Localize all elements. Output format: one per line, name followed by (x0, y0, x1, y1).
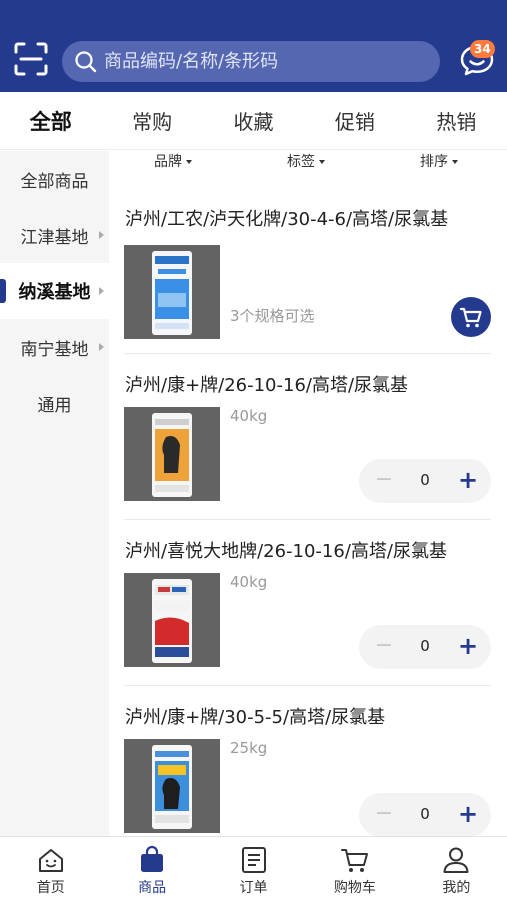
sidebar-item-label: 通用 (37, 395, 72, 416)
decrement-button[interactable]: − (373, 635, 395, 659)
product-image[interactable] (124, 245, 220, 339)
divider (124, 685, 491, 686)
divider (124, 519, 491, 520)
product-name: 泸州/康+牌/30-5-5/高塔/尿氯基 (125, 707, 386, 728)
product-image[interactable] (124, 573, 220, 667)
app-header: 34 (0, 0, 507, 92)
sidebar-item-nanning[interactable]: 南宁基地 (0, 319, 109, 375)
nav-label: 商品 (138, 880, 167, 896)
product-name: 泸州/康+牌/26-10-16/高塔/尿氯基 (125, 375, 409, 396)
product-card[interactable]: 泸州/喜悦大地牌/26-10-16/高塔/尿氯基 40kg − 0 + (109, 537, 507, 703)
decrement-button[interactable]: − (373, 469, 395, 493)
nav-cart[interactable]: 购物车 (304, 837, 405, 900)
sort-filter[interactable]: 排序 (420, 151, 458, 171)
bag-icon (141, 845, 164, 872)
product-card[interactable]: 泸州/康+牌/26-10-16/高塔/尿氯基 40kg − 0 + (109, 371, 507, 537)
tab-all[interactable]: 全部 (0, 92, 101, 149)
product-spec: 25kg (230, 739, 268, 757)
product-spec: 40kg (230, 573, 268, 591)
increment-button[interactable]: + (457, 468, 479, 492)
search-input[interactable] (104, 41, 424, 82)
message-count-badge: 34 (470, 40, 495, 58)
quantity-value: 0 (420, 805, 430, 823)
bottom-nav: 首页 商品 订单 购物车 我的 (0, 836, 507, 900)
quantity-stepper[interactable]: − 0 + (359, 793, 491, 837)
sidebar-item-naxi[interactable]: 纳溪基地 (0, 263, 109, 319)
fertilizer-bag-icon (152, 579, 192, 663)
sidebar-item-label: 全部商品 (20, 171, 89, 192)
order-icon (241, 847, 266, 873)
caret-down-icon (319, 160, 325, 164)
tab-hot[interactable]: 热销 (406, 92, 507, 149)
product-card[interactable]: 泸州/工农/泸天化牌/30-4-6/高塔/尿氯基 3个规格可选 (109, 205, 507, 371)
nav-label: 订单 (239, 880, 268, 896)
tag-filter[interactable]: 标签 (287, 151, 325, 171)
increment-button[interactable]: + (457, 802, 479, 826)
filter-bar: 品牌 标签 排序 (109, 151, 507, 173)
brand-filter-label: 品牌 (154, 154, 182, 170)
add-to-cart-button[interactable] (451, 297, 491, 337)
nav-profile[interactable]: 我的 (406, 837, 507, 900)
sidebar-item-jiangjin[interactable]: 江津基地 (0, 207, 109, 263)
fertilizer-bag-icon (152, 413, 192, 497)
tab-frequent[interactable]: 常购 (101, 92, 202, 149)
fertilizer-bag-icon (152, 251, 192, 335)
quantity-stepper[interactable]: − 0 + (359, 625, 491, 669)
tag-filter-label: 标签 (287, 154, 315, 170)
chevron-right-icon (99, 231, 104, 239)
spec-count: 3个规格可选 (230, 307, 315, 325)
sidebar-item-label: 江津基地 (20, 227, 89, 248)
sidebar-item-label: 南宁基地 (20, 339, 89, 360)
brand-filter[interactable]: 品牌 (154, 151, 192, 171)
caret-down-icon (452, 160, 458, 164)
increment-button[interactable]: + (457, 634, 479, 658)
search-bar[interactable] (62, 41, 440, 82)
nav-label: 购物车 (333, 880, 376, 896)
sidebar-item-general[interactable]: 通用 (0, 375, 109, 431)
sidebar-item-label: 纳溪基地 (18, 282, 91, 303)
user-icon (443, 847, 469, 873)
nav-label: 首页 (36, 880, 65, 896)
cart-icon (340, 849, 368, 872)
quantity-value: 0 (420, 471, 430, 489)
product-name: 泸州/工农/泸天化牌/30-4-6/高塔/尿氯基 (125, 209, 449, 230)
cart-icon (459, 307, 482, 328)
product-name: 泸州/喜悦大地牌/26-10-16/高塔/尿氯基 (125, 541, 447, 562)
nav-home[interactable]: 首页 (0, 837, 101, 900)
chevron-right-icon (99, 287, 104, 295)
decrement-button[interactable]: − (373, 803, 395, 827)
product-image[interactable] (124, 739, 220, 833)
base-sidebar: 全部商品 江津基地 纳溪基地 南宁基地 通用 (0, 151, 109, 836)
fertilizer-bag-icon (152, 745, 192, 829)
divider (124, 353, 491, 354)
search-icon (75, 51, 97, 73)
sort-filter-label: 排序 (420, 154, 448, 170)
tab-favorites[interactable]: 收藏 (203, 92, 304, 149)
quantity-value: 0 (420, 637, 430, 655)
quantity-stepper[interactable]: − 0 + (359, 459, 491, 503)
nav-products[interactable]: 商品 (101, 837, 202, 900)
caret-down-icon (186, 160, 192, 164)
chevron-right-icon (99, 343, 104, 351)
nav-label: 我的 (442, 880, 471, 896)
home-icon (38, 849, 63, 872)
tab-promotion[interactable]: 促销 (304, 92, 405, 149)
active-indicator (0, 279, 6, 303)
product-image[interactable] (124, 407, 220, 501)
sidebar-item-all-products[interactable]: 全部商品 (0, 151, 109, 207)
scan-icon[interactable] (14, 42, 48, 76)
product-spec: 40kg (230, 407, 268, 425)
category-tabs: 全部 常购 收藏 促销 热销 (0, 92, 507, 150)
nav-orders[interactable]: 订单 (203, 837, 304, 900)
